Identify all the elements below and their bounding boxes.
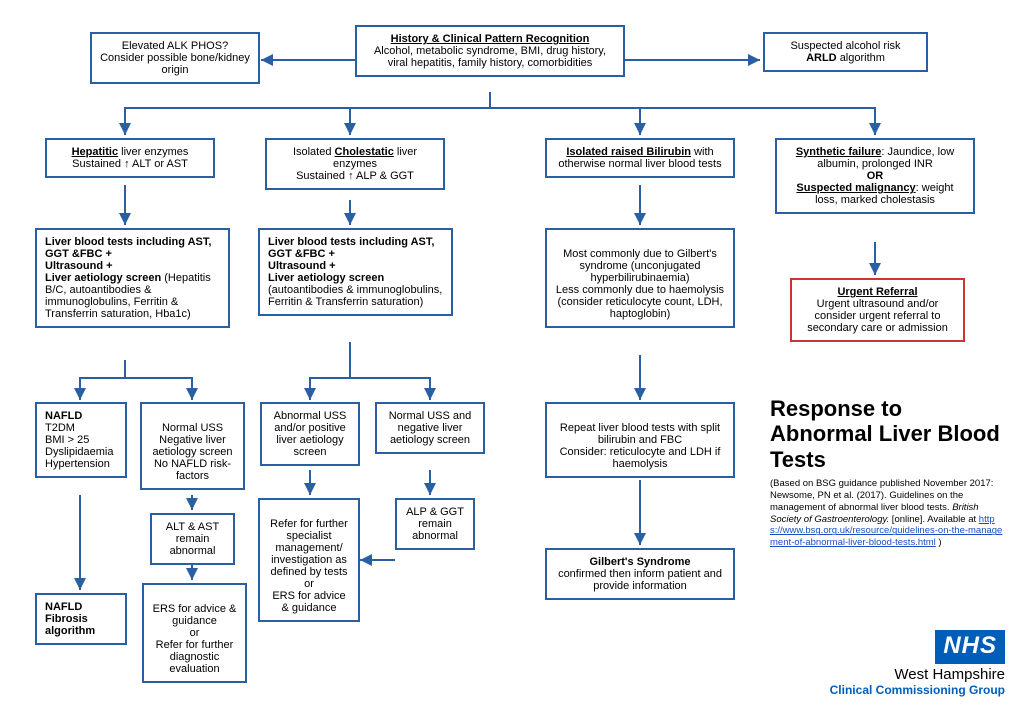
box-chol-tests: Liver blood tests including AST, GGT &FB… <box>258 228 453 316</box>
text: Liver aetiology screen <box>268 272 443 284</box>
text: confirmed then inform patient and provid… <box>555 568 725 592</box>
page-title: Response to Abnormal Liver Blood Tests <box>770 396 1005 472</box>
title: Isolated raised Bilirubin with otherwise… <box>555 146 725 170</box>
box-bili-cause: Most commonly due to Gilbert's syndrome … <box>545 228 735 328</box>
box-cholestatic: Isolated Cholestatic liver enzymes Susta… <box>265 138 445 190</box>
box-hep-tests: Liver blood tests including AST, GGT &FB… <box>35 228 230 328</box>
text: ERS for advice & guidance or Refer for f… <box>153 603 237 675</box>
box-bilirubin: Isolated raised Bilirubin with otherwise… <box>545 138 735 178</box>
text: (autoantibodies & immunoglobulins, Ferri… <box>268 284 443 308</box>
box-refer-specialist: Refer for further specialist management/… <box>258 498 360 622</box>
box-alt-ast-abn: ALT & AST remain abnormal <box>150 513 235 565</box>
box-normal-uss-chol: Normal USS and negative liver aetiology … <box>375 402 485 454</box>
text: ALT & AST remain abnormal <box>166 521 219 557</box>
text: Ultrasound + <box>268 260 443 272</box>
text: Alcohol, metabolic syndrome, BMI, drug h… <box>365 45 615 69</box>
text: T2DM BMI > 25 Dyslipidaemia Hypertension <box>45 422 117 470</box>
text: Normal USS and negative liver aetiology … <box>389 410 472 446</box>
box-abnormal-uss: Abnormal USS and/or positive liver aetio… <box>260 402 360 466</box>
nhs-mark: NHS <box>935 630 1005 664</box>
box-gilberts: Gilbert's Syndrome confirmed then inform… <box>545 548 735 600</box>
title: Gilbert's Syndrome <box>555 556 725 568</box>
box-ers-advice: ERS for advice & guidance or Refer for f… <box>142 583 247 683</box>
text: Refer for further specialist management/… <box>270 518 348 614</box>
title: History & Clinical Pattern Recognition <box>365 33 615 45</box>
text: ALP & GGT remain abnormal <box>406 506 464 542</box>
text: OR <box>785 170 965 182</box>
text: Suspected malignancy: weight loss, marke… <box>785 182 965 206</box>
box-arld: Suspected alcohol risk ARLD algorithm <box>763 32 928 72</box>
text: Liver blood tests including AST, GGT &FB… <box>45 236 220 260</box>
box-alk-phos: Elevated ALK PHOS? Consider possible bon… <box>90 32 260 84</box>
logo-line1: West Hampshire <box>820 666 1005 683</box>
text: ARLD algorithm <box>773 52 918 64</box>
box-history: History & Clinical Pattern Recognition A… <box>355 25 625 77</box>
text: Repeat liver blood tests with split bili… <box>560 422 721 470</box>
box-nafld: NAFLD T2DM BMI > 25 Dyslipidaemia Hypert… <box>35 402 127 478</box>
box-urgent-referral: Urgent Referral Urgent ultrasound and/or… <box>790 278 965 342</box>
title: Urgent Referral <box>800 286 955 298</box>
text: Synthetic failure: Jaundice, low albumin… <box>785 146 965 170</box>
text: Ultrasound + <box>45 260 220 272</box>
title: Hepatitic liver enzymes <box>55 146 205 158</box>
box-repeat-bili: Repeat liver blood tests with split bili… <box>545 402 735 478</box>
text: Fibrosis algorithm <box>45 613 117 637</box>
logo-line2: Clinical Commissioning Group <box>820 683 1005 697</box>
text: Consider possible bone/kidney origin <box>100 52 250 76</box>
title: NAFLD <box>45 410 117 422</box>
box-alp-ggt-abn: ALP & GGT remain abnormal <box>395 498 475 550</box>
page-title-block: Response to Abnormal Liver Blood Tests (… <box>770 396 1005 549</box>
source-citation: (Based on BSG guidance published Novembe… <box>770 478 1005 549</box>
text: Suspected alcohol risk <box>773 40 918 52</box>
text: Sustained ↑ ALP & GGT <box>275 170 435 182</box>
text: Liver aetiology screen (Hepatitis B/C, a… <box>45 272 220 320</box>
title: Isolated Cholestatic liver enzymes <box>275 146 435 170</box>
box-hepatitic: Hepatitic liver enzymes Sustained ↑ ALT … <box>45 138 215 178</box>
box-nafld-algorithm: NAFLD Fibrosis algorithm <box>35 593 127 645</box>
box-normal-uss-hep: Normal USS Negative liver aetiology scre… <box>140 402 245 490</box>
text: Liver blood tests including AST, GGT &FB… <box>268 236 443 260</box>
box-synthetic: Synthetic failure: Jaundice, low albumin… <box>775 138 975 214</box>
text: Most commonly due to Gilbert's syndrome … <box>556 248 724 320</box>
text: Sustained ↑ ALT or AST <box>55 158 205 170</box>
text: Normal USS Negative liver aetiology scre… <box>152 422 232 482</box>
nhs-logo: NHS West Hampshire Clinical Commissionin… <box>820 630 1005 697</box>
text: Elevated ALK PHOS? <box>100 40 250 52</box>
text: Abnormal USS and/or positive liver aetio… <box>274 410 347 458</box>
title: NAFLD <box>45 601 117 613</box>
text: Urgent ultrasound and/or consider urgent… <box>800 298 955 334</box>
